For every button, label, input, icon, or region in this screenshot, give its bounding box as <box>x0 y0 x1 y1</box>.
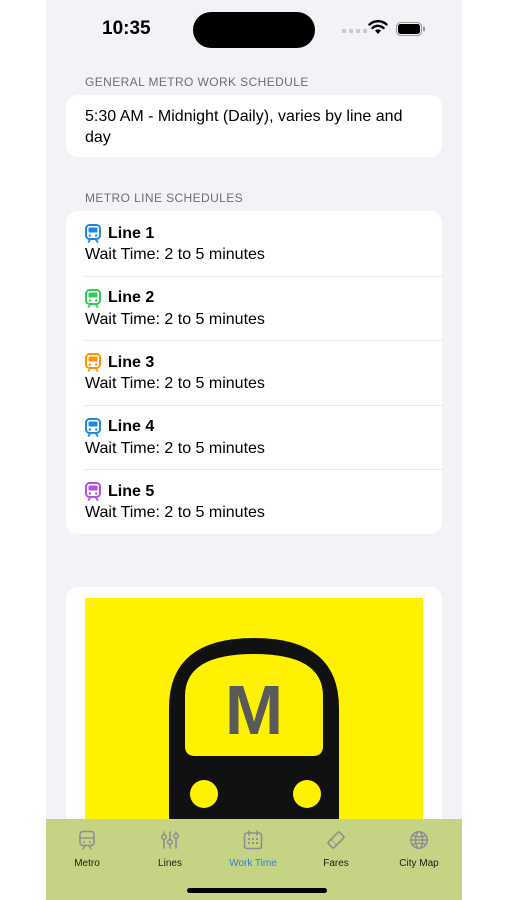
tram-icon <box>79 830 95 850</box>
line-row-3[interactable]: Line 3 Wait Time: 2 to 5 minutes <box>66 340 442 405</box>
line-row-5[interactable]: Line 5 Wait Time: 2 to 5 minutes <box>66 469 442 534</box>
general-schedule-text: 5:30 AM - Midnight (Daily), varies by li… <box>85 108 403 146</box>
line-name: Line 3 <box>108 353 155 371</box>
tab-fares[interactable]: Fares <box>296 829 376 869</box>
tab-metro[interactable]: Metro <box>47 829 127 869</box>
cellular-signal-icon <box>342 29 367 33</box>
line-schedules-card: Line 1 Wait Time: 2 to 5 minutes Line 2 … <box>66 211 442 534</box>
tram-icon <box>85 482 101 502</box>
general-schedule-header: GENERAL METRO WORK SCHEDULE <box>85 75 309 89</box>
wifi-icon <box>368 20 388 34</box>
ticket-icon <box>327 831 345 849</box>
line-row-2[interactable]: Line 2 Wait Time: 2 to 5 minutes <box>66 275 442 341</box>
tram-icon <box>85 288 101 308</box>
home-indicator <box>187 888 327 893</box>
tram-icon <box>85 353 101 373</box>
phone-screen: 10:35 GENERAL METRO WORK SCHEDULE 5:30 A… <box>46 0 462 900</box>
status-time: 10:35 <box>102 18 151 39</box>
line-row-4[interactable]: Line 4 Wait Time: 2 to 5 minutes <box>66 404 442 470</box>
tab-work-time[interactable]: Work Time <box>213 829 293 869</box>
tab-label: City Map <box>399 858 439 869</box>
tab-label: Lines <box>158 858 182 869</box>
battery-icon <box>396 22 425 36</box>
line-wait-time: Wait Time: 2 to 5 minutes <box>85 375 265 393</box>
general-schedule-card: 5:30 AM - Midnight (Daily), varies by li… <box>66 95 442 157</box>
line-name: Line 4 <box>108 418 155 436</box>
tab-label: Fares <box>323 858 349 869</box>
tab-label: Work Time <box>229 858 277 869</box>
line-wait-time: Wait Time: 2 to 5 minutes <box>85 439 265 457</box>
tram-icon <box>85 224 101 243</box>
line-name: Line 5 <box>108 482 155 500</box>
metro-letter: M <box>225 671 283 749</box>
line-row-1[interactable]: Line 1 Wait Time: 2 to 5 minutes <box>66 211 442 276</box>
line-name: Line 2 <box>108 289 155 307</box>
line-wait-time: Wait Time: 2 to 5 minutes <box>85 504 265 522</box>
line-wait-time: Wait Time: 2 to 5 minutes <box>85 310 265 328</box>
line-wait-time: Wait Time: 2 to 5 minutes <box>85 246 265 263</box>
tab-lines[interactable]: Lines <box>130 829 210 869</box>
tram-icon <box>85 417 101 437</box>
globe-icon <box>409 830 429 850</box>
tab-label: Metro <box>74 858 100 869</box>
line-schedules-header: METRO LINE SCHEDULES <box>85 191 244 205</box>
dynamic-island <box>193 12 315 48</box>
sliders-icon <box>161 831 179 849</box>
calendar-icon <box>243 830 263 850</box>
line-name: Line 1 <box>108 224 155 242</box>
tab-city-map[interactable]: City Map <box>379 829 459 869</box>
